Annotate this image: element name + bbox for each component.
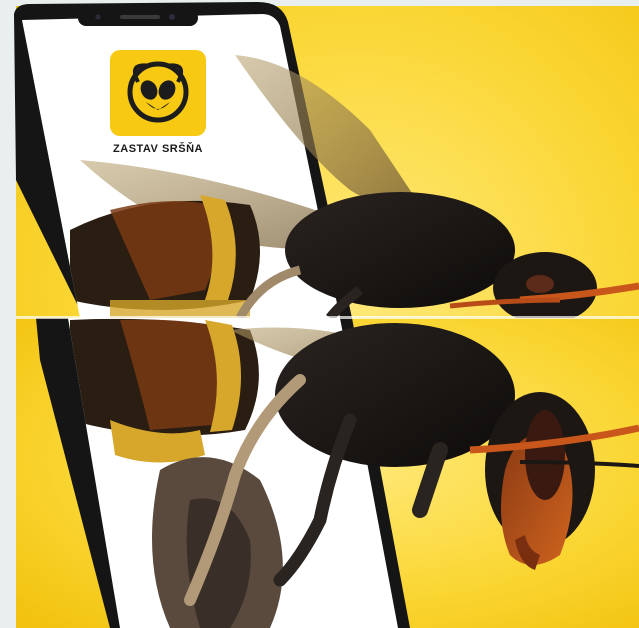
- bottom-panel: [16, 318, 639, 628]
- hornet-eye: [525, 410, 565, 500]
- hornet-thorax-bottom: [275, 323, 515, 467]
- phone-sensor-icon: [95, 14, 101, 20]
- hornet-thorax-top: [285, 192, 515, 308]
- panel-divider: [16, 316, 639, 319]
- phone-camera-icon: [169, 14, 175, 20]
- logo-label: ZASTAV SRŠŇA: [113, 142, 203, 155]
- phone-speaker: [120, 15, 160, 19]
- poster-scene: ZASTAV SRŠŇA: [0, 0, 639, 628]
